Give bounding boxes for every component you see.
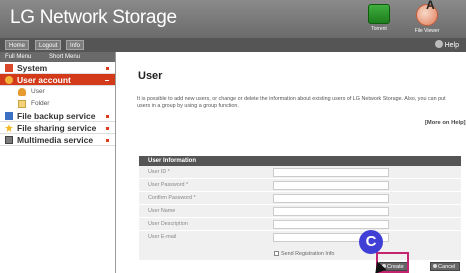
app-title: LG Network Storage (10, 7, 177, 28)
sidebar-item-label: File backup service (17, 111, 96, 121)
user-description-input[interactable] (273, 220, 389, 229)
system-icon (5, 64, 13, 72)
sidebar-subitem-user[interactable]: User (0, 86, 115, 98)
sidebar-item-label: Multimedia service (17, 135, 94, 145)
expand-bullet (106, 67, 109, 70)
form-row-user-id: User ID * (139, 166, 461, 179)
help-icon (434, 40, 443, 48)
user-password-input[interactable] (273, 181, 389, 190)
field-label: User Description (148, 221, 188, 227)
collapse-icon (105, 80, 109, 81)
sidebar-subitem-label: User (31, 88, 45, 95)
sidebar-item-system[interactable]: System (0, 62, 115, 74)
cancel-icon (433, 264, 437, 268)
sidebar-item-user-account[interactable]: User account (0, 74, 115, 86)
sidebar-item-label: User account (17, 75, 71, 85)
user-account-icon (5, 76, 13, 84)
expand-bullet (106, 127, 109, 130)
form-row-user-password: User Password * (139, 179, 461, 192)
page-title: User (138, 70, 163, 82)
expand-bullet (106, 115, 109, 118)
help-link[interactable]: Help (434, 40, 459, 51)
sidebar-item-multimedia[interactable]: Multimedia service (0, 134, 115, 146)
logout-button[interactable]: Logout (35, 40, 62, 50)
send-registration-checkbox[interactable]: Send Registration Info (274, 251, 334, 258)
torrent-icon (368, 4, 390, 24)
form-row-user-description: User Description (139, 218, 461, 231)
info-button[interactable]: Info (66, 40, 85, 50)
sidebar-item-label: File sharing service (17, 123, 97, 133)
sidebar-item-file-backup[interactable]: File backup service (0, 110, 115, 122)
cancel-button[interactable]: Cancel (430, 262, 461, 271)
more-on-help-link[interactable]: [More on Help] (425, 120, 466, 126)
checkbox-box[interactable] (274, 251, 279, 256)
form-row-user-name: User Name (139, 205, 461, 218)
torrent-label: Torrent (371, 26, 387, 32)
torrent-button[interactable]: Torrent (366, 4, 392, 32)
user-id-input[interactable] (273, 168, 389, 177)
home-button[interactable]: Home (5, 40, 30, 50)
tab-full-menu[interactable]: Full Menu (5, 52, 31, 62)
form-row-confirm-password: Confirm Password * (139, 192, 461, 205)
confirm-password-input[interactable] (273, 194, 389, 203)
multimedia-icon (5, 136, 13, 144)
sidebar-menu: Full Menu Short Menu System User account… (0, 52, 116, 273)
field-label: User E-mail (148, 234, 177, 240)
expand-bullet (106, 139, 109, 142)
app-header: LG Network Storage Torrent File Viewer A (0, 0, 466, 38)
user-icon (18, 88, 26, 96)
sidebar-item-label: System (17, 63, 48, 73)
user-information-form: User Information User ID * User Password… (139, 156, 461, 261)
file-viewer-label: File Viewer (414, 28, 440, 34)
top-nav-bar: Home Logout Info Help (0, 38, 466, 52)
annotation-a-mark: A (426, 0, 435, 12)
folder-icon (18, 100, 26, 108)
help-label: Help (444, 42, 459, 49)
cancel-label: Cancel (438, 264, 456, 270)
sidebar-subitem-folder[interactable]: Folder (0, 98, 115, 110)
page-description: It is possible to add new users, or chan… (137, 96, 446, 109)
sharing-icon (5, 124, 13, 132)
field-label: Confirm Password * (148, 195, 196, 201)
user-name-input[interactable] (273, 207, 389, 216)
checkbox-label: Send Registration Info (281, 251, 335, 257)
field-label: User Password * (148, 182, 189, 188)
form-row-user-email: User E-mail Send Registration Info (139, 231, 461, 261)
sidebar-item-file-sharing[interactable]: File sharing service (0, 122, 115, 134)
field-label: User Name (148, 208, 176, 214)
tab-short-menu[interactable]: Short Menu (49, 52, 80, 62)
menu-tabs: Full Menu Short Menu (0, 52, 115, 62)
callout-badge: C (359, 230, 383, 254)
backup-icon (5, 112, 13, 120)
form-header: User Information (139, 156, 461, 166)
sidebar-subitem-label: Folder (31, 100, 50, 107)
field-label: User ID * (148, 169, 170, 175)
